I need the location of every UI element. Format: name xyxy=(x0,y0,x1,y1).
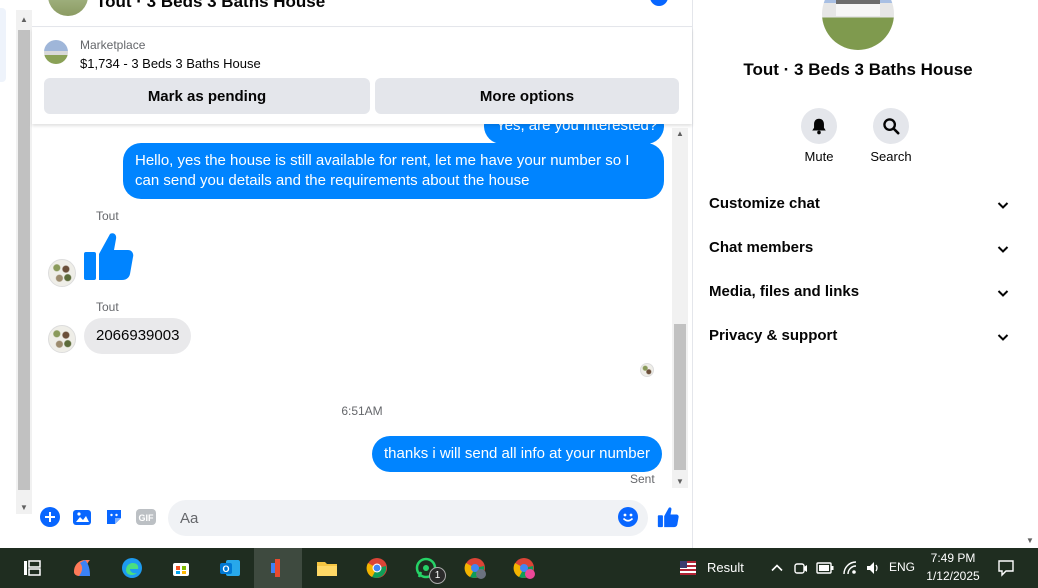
message-composer: GIF xyxy=(32,494,692,542)
chevron-down-icon xyxy=(997,290,1009,297)
page-scrollbar[interactable]: ▲ ▼ xyxy=(16,10,32,514)
photo-icon[interactable] xyxy=(71,506,93,528)
file-explorer-icon[interactable] xyxy=(315,556,339,580)
section-label: Customize chat xyxy=(709,195,820,212)
gif-label: GIF xyxy=(139,513,155,523)
chat-header: Tout · 3 Beds 3 Baths House xyxy=(32,0,692,27)
message-bubble-outgoing[interactable]: Yes, are you interested? xyxy=(484,124,664,144)
messages-scrollbar[interactable]: ▲ ▼ xyxy=(672,128,688,488)
chevron-down-icon xyxy=(997,202,1009,209)
message-bubble-outgoing[interactable]: Hello, yes the house is still available … xyxy=(123,143,664,199)
more-options-button[interactable]: More options xyxy=(375,78,679,114)
weather-flag-icon[interactable] xyxy=(676,556,700,580)
svg-text:O: O xyxy=(222,564,229,574)
mark-as-pending-button[interactable]: Mark as pending xyxy=(44,78,370,114)
scroll-down-arrow-icon[interactable]: ▼ xyxy=(672,476,688,488)
notification-badge: 1 xyxy=(429,567,446,584)
clock-date[interactable]: 1/12/2025 xyxy=(920,569,986,583)
app-icon[interactable] xyxy=(266,556,290,580)
message-list: Yes, are you interested? Hello, yes the … xyxy=(32,124,692,488)
scroll-up-arrow-icon[interactable]: ▲ xyxy=(672,128,688,140)
marketplace-label: Marketplace xyxy=(80,38,146,52)
section-label: Privacy & support xyxy=(709,327,838,344)
marketplace-card: Marketplace $1,734 - 3 Beds 3 Baths Hous… xyxy=(32,28,692,124)
section-privacy-support[interactable]: Privacy & support xyxy=(709,327,1009,351)
battery-icon[interactable] xyxy=(813,556,837,580)
gif-icon[interactable]: GIF xyxy=(135,506,157,528)
message-bubble-incoming[interactable]: 2066939003 xyxy=(84,318,192,354)
house-image xyxy=(836,0,880,16)
search-button[interactable] xyxy=(873,108,909,144)
mute-button[interactable] xyxy=(801,108,837,144)
page-scroll-thumb[interactable] xyxy=(18,30,30,490)
meet-now-icon[interactable] xyxy=(789,556,813,580)
browser-side-strip xyxy=(0,0,16,548)
task-view-icon[interactable] xyxy=(20,556,44,580)
sender-avatar[interactable] xyxy=(48,259,76,287)
chrome-icon[interactable] xyxy=(365,556,389,580)
copilot-icon[interactable] xyxy=(70,556,94,580)
listing-title[interactable]: $1,734 - 3 Beds 3 Baths House xyxy=(80,56,261,71)
volume-icon[interactable] xyxy=(861,556,885,580)
windows-taskbar: O 1 Result ENG 7:49 PM 1/12/2025 xyxy=(0,548,1038,588)
message-status: Sent xyxy=(630,472,655,486)
section-label: Chat members xyxy=(709,239,814,256)
chat-panel: Tout · 3 Beds 3 Baths House Marketplace … xyxy=(32,0,692,548)
details-scrollbar[interactable]: ▼ xyxy=(1022,0,1038,548)
wifi-icon[interactable] xyxy=(838,556,862,580)
section-customize-chat[interactable]: Customize chat xyxy=(709,195,1009,219)
side-tab-indicator xyxy=(0,8,6,82)
edge-icon[interactable] xyxy=(120,556,144,580)
section-label: Media, files and links xyxy=(709,283,860,300)
messages-scroll-thumb[interactable] xyxy=(674,324,686,470)
details-title: Tout · 3 Beds 3 Baths House xyxy=(743,60,973,79)
sticker-icon[interactable] xyxy=(103,506,125,528)
chrome-profile-icon[interactable] xyxy=(463,556,487,580)
scroll-up-arrow-icon[interactable]: ▲ xyxy=(16,14,32,26)
section-chat-members[interactable]: Chat members xyxy=(709,239,1009,263)
thumbs-up-send-icon[interactable] xyxy=(657,506,679,528)
search-icon xyxy=(883,118,900,135)
store-icon[interactable] xyxy=(169,556,193,580)
bell-icon xyxy=(812,118,826,135)
search-label: Search xyxy=(870,149,912,164)
emoji-icon[interactable] xyxy=(617,506,639,528)
message-timestamp: 6:51AM xyxy=(341,404,383,418)
listing-thumbnail[interactable] xyxy=(44,40,68,64)
message-input[interactable] xyxy=(168,500,648,536)
weather-label[interactable]: Result xyxy=(707,560,744,575)
listing-avatar[interactable] xyxy=(822,0,894,50)
chevron-down-icon xyxy=(997,246,1009,253)
language-indicator[interactable]: ENG xyxy=(888,560,916,574)
scroll-down-arrow-icon[interactable]: ▼ xyxy=(16,502,32,514)
scroll-down-arrow-icon[interactable]: ▼ xyxy=(1022,536,1038,546)
sender-name: Tout xyxy=(96,300,119,314)
outlook-icon[interactable]: O xyxy=(218,556,242,580)
chat-avatar[interactable] xyxy=(48,0,88,16)
chat-header-title[interactable]: Tout · 3 Beds 3 Baths House xyxy=(96,0,325,12)
notification-center-icon[interactable] xyxy=(994,556,1018,580)
clock-time[interactable]: 7:49 PM xyxy=(920,551,986,565)
thumbs-up-icon[interactable] xyxy=(82,230,134,282)
chrome-profile-2-icon[interactable] xyxy=(512,556,536,580)
info-icon[interactable] xyxy=(650,0,668,6)
section-media-files-links[interactable]: Media, files and links xyxy=(709,283,1009,307)
chevron-down-icon xyxy=(997,334,1009,341)
plus-circle-icon[interactable] xyxy=(39,506,61,528)
message-bubble-outgoing[interactable]: thanks i will send all info at your numb… xyxy=(372,436,662,472)
chat-details-panel: Tout · 3 Beds 3 Baths House Mute Search … xyxy=(692,0,1022,548)
seen-receipt-avatar xyxy=(640,363,654,377)
mute-label: Mute xyxy=(804,149,834,164)
sender-name: Tout xyxy=(96,209,119,223)
sender-avatar[interactable] xyxy=(48,325,76,353)
chevron-up-icon[interactable] xyxy=(765,556,789,580)
